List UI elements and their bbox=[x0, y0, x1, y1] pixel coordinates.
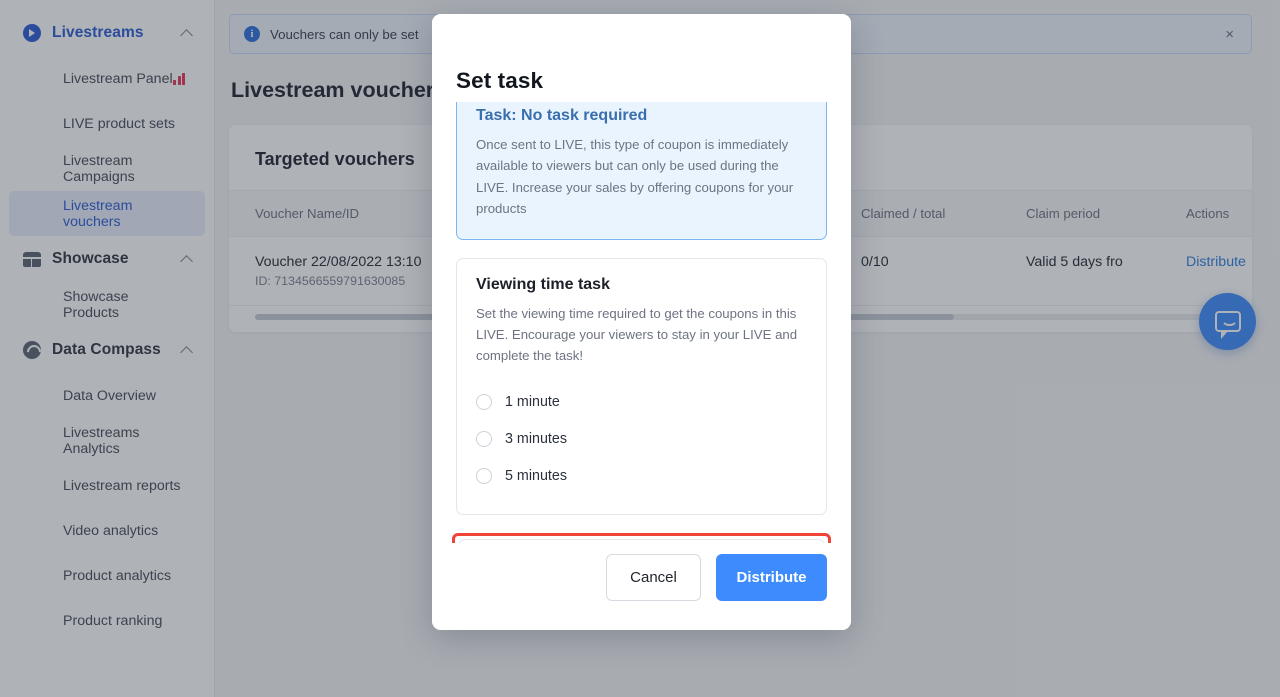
highlight-annotation-box: Follow LIVE host Viewers can get the vou… bbox=[452, 532, 831, 543]
cancel-button[interactable]: Cancel bbox=[606, 554, 701, 601]
task-card-viewing-time-task[interactable]: Viewing time task Set the viewing time r… bbox=[456, 257, 827, 515]
radio-label: 5 minutes bbox=[505, 468, 567, 485]
viewing-time-options: 1 minute 3 minutes 5 minutes bbox=[476, 384, 807, 495]
radio-option-5-minutes[interactable]: 5 minutes bbox=[476, 458, 807, 495]
set-task-modal: Task: No task required Once sent to LIVE… bbox=[432, 14, 851, 630]
task-card-description: Once sent to LIVE, this type of coupon i… bbox=[476, 137, 794, 217]
radio-option-1-minute[interactable]: 1 minute bbox=[476, 384, 807, 421]
radio-label: 1 minute bbox=[505, 394, 560, 411]
modal-footer: Cancel Distribute bbox=[432, 543, 851, 630]
task-card-description: Set the viewing time required to get the… bbox=[476, 305, 798, 364]
modal-title: Set task bbox=[456, 68, 544, 93]
task-card-title: Viewing time task bbox=[476, 275, 610, 293]
radio-icon[interactable] bbox=[476, 431, 492, 448]
app-root: Livestreams Livestream Panel LIVE produc… bbox=[0, 0, 1280, 697]
radio-option-3-minutes[interactable]: 3 minutes bbox=[476, 421, 807, 458]
radio-icon[interactable] bbox=[476, 468, 492, 485]
modal-header: Set task bbox=[432, 14, 851, 102]
radio-label: 3 minutes bbox=[505, 431, 567, 448]
task-card-title: Task: No task required bbox=[476, 107, 648, 124]
distribute-button[interactable]: Distribute bbox=[716, 554, 827, 601]
radio-icon[interactable] bbox=[476, 394, 492, 411]
